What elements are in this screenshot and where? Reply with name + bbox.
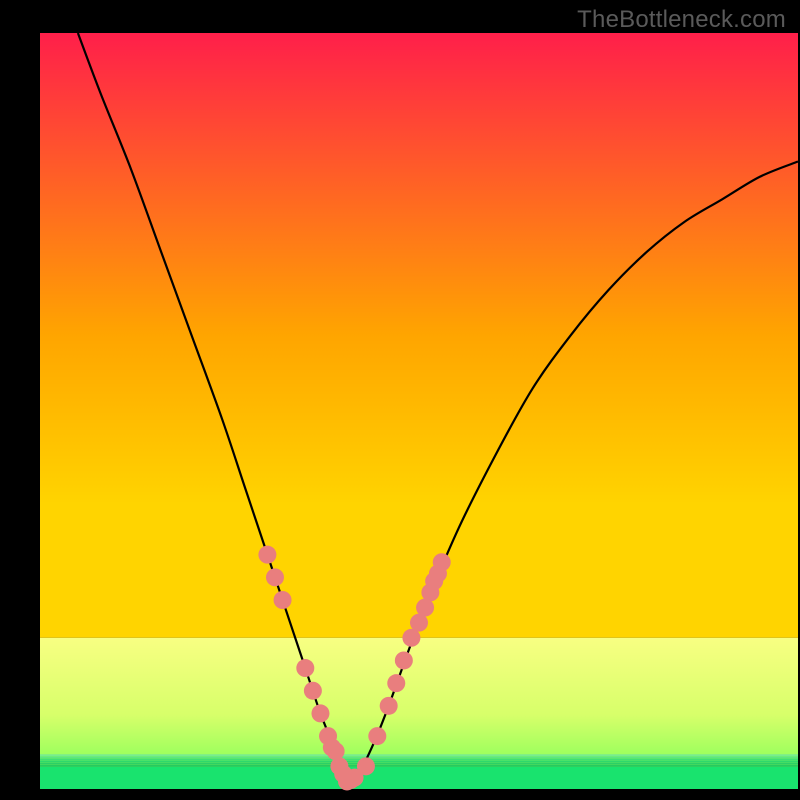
highlight-dot (266, 568, 284, 586)
lower-band (40, 638, 798, 767)
highlight-dot (395, 651, 413, 669)
highlight-dot (311, 704, 329, 722)
highlight-dot (433, 553, 451, 571)
highlight-dot (357, 757, 375, 775)
highlight-dot (380, 697, 398, 715)
highlight-dot (274, 591, 292, 609)
highlight-dot (296, 659, 314, 677)
highlight-dot (304, 682, 322, 700)
plot-background (40, 33, 798, 638)
highlight-dot (368, 727, 386, 745)
watermark-text: TheBottleneck.com (577, 6, 786, 34)
highlight-dot (327, 742, 345, 760)
green-baseline (40, 754, 798, 789)
bottleneck-chart (0, 0, 800, 800)
highlight-dot (387, 674, 405, 692)
highlight-dot (258, 546, 276, 564)
chart-container: TheBottleneck.com (0, 0, 800, 800)
